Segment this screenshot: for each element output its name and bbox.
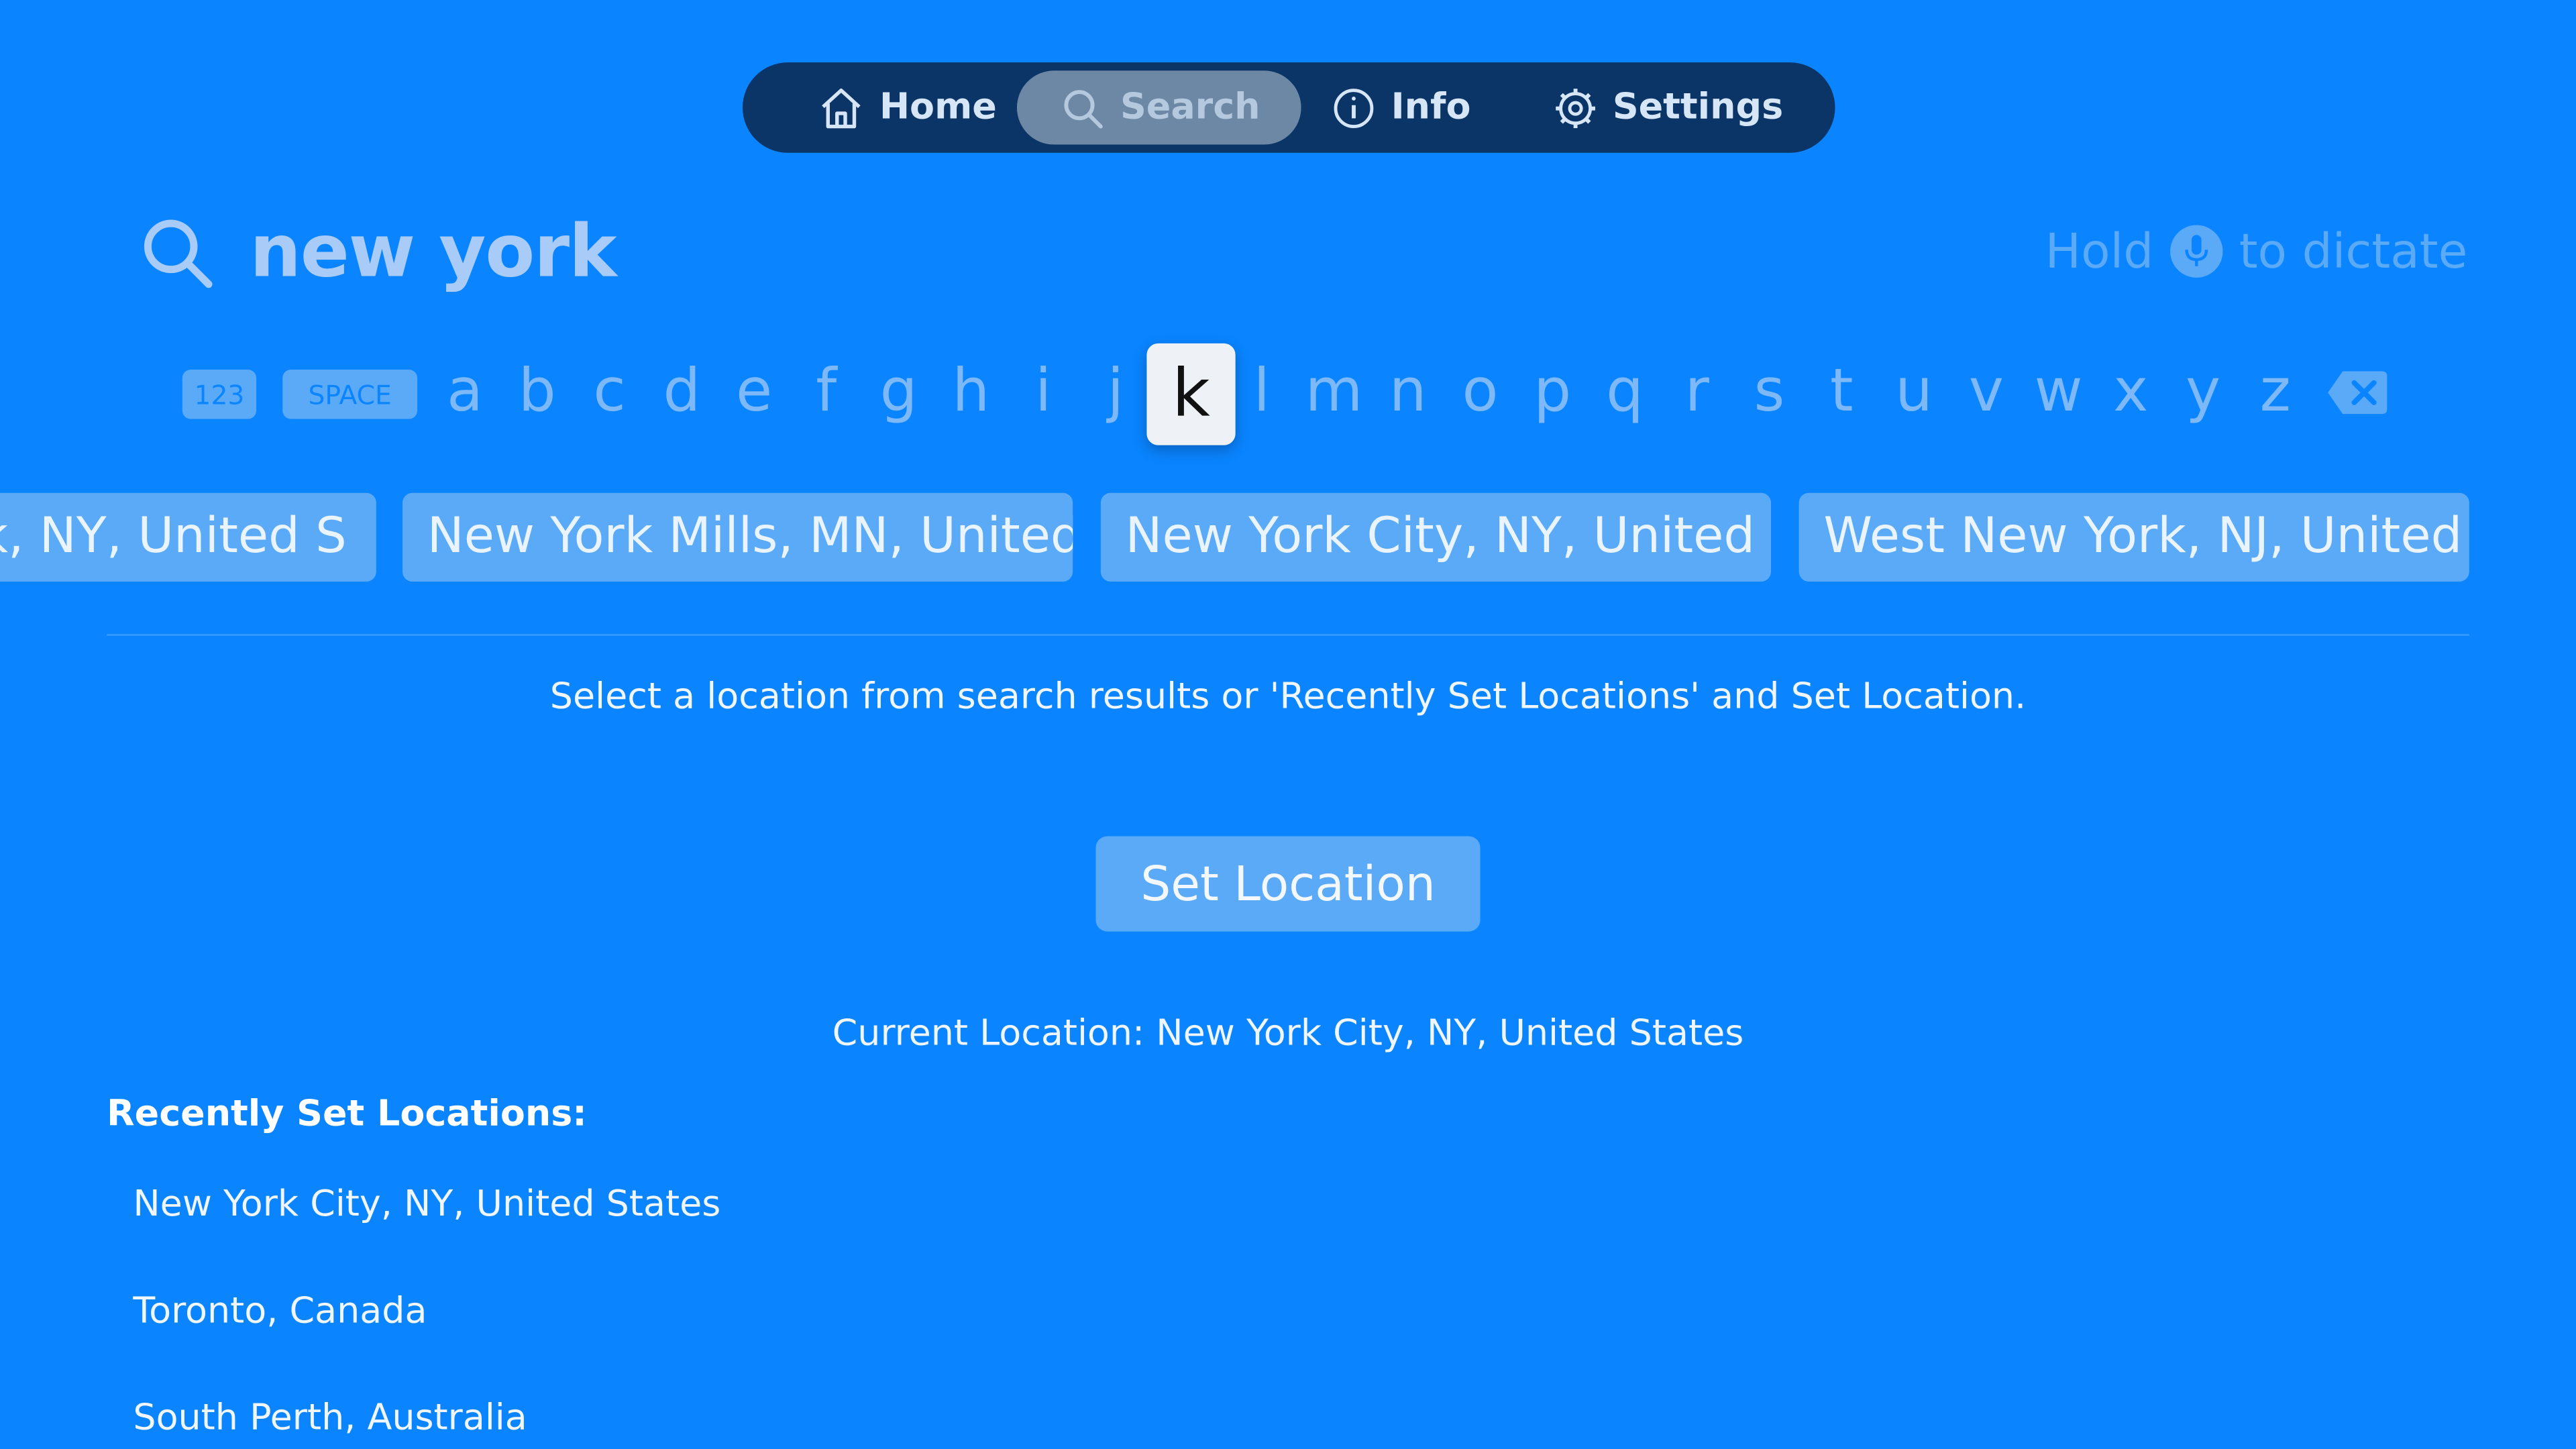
- recent-locations-heading: Recently Set Locations:: [107, 1094, 587, 1136]
- magnifier-icon: [1064, 89, 1103, 128]
- key-t[interactable]: t: [1809, 352, 1874, 433]
- search-result-item[interactable]: New York Mills, MN, United S: [402, 492, 1073, 582]
- key-j[interactable]: j: [1083, 352, 1148, 433]
- dictate-suffix: to dictate: [2239, 223, 2468, 280]
- key-l[interactable]: l: [1229, 352, 1295, 433]
- tab-search[interactable]: Search: [1016, 70, 1301, 145]
- recent-location-item[interactable]: South Perth, Australia: [133, 1398, 527, 1439]
- search-result-label: ork, NY, United S: [0, 507, 347, 566]
- key-m[interactable]: m: [1301, 352, 1367, 433]
- key-p[interactable]: p: [1519, 352, 1585, 433]
- tab-info-label: Info: [1391, 87, 1471, 129]
- key-w[interactable]: w: [2026, 352, 2092, 433]
- search-field[interactable]: new york: [138, 210, 617, 294]
- tab-info[interactable]: Info: [1318, 70, 1482, 144]
- key-x[interactable]: x: [2098, 352, 2163, 433]
- numbers-key[interactable]: 123: [182, 370, 257, 419]
- key-s[interactable]: s: [1737, 352, 1803, 433]
- key-e[interactable]: e: [721, 352, 787, 433]
- house-icon: [822, 87, 861, 128]
- tab-search-label: Search: [1120, 87, 1260, 129]
- key-d[interactable]: d: [649, 352, 714, 433]
- search-result-label: New York Mills, MN, United S: [427, 507, 1073, 566]
- key-g[interactable]: g: [866, 352, 932, 433]
- key-h[interactable]: h: [938, 352, 1004, 433]
- tab-settings-label: Settings: [1612, 87, 1784, 129]
- search-result-label: West New York, NJ, United S: [1823, 507, 2469, 566]
- key-f[interactable]: f: [794, 352, 859, 433]
- key-o[interactable]: o: [1448, 352, 1513, 433]
- divider: [107, 634, 2469, 636]
- search-results: ork, NY, United S New York Mills, MN, Un…: [0, 492, 2576, 582]
- search-icon: [144, 219, 213, 287]
- key-u[interactable]: u: [1881, 352, 1947, 433]
- recent-location-item[interactable]: New York City, NY, United States: [133, 1185, 720, 1226]
- key-r[interactable]: r: [1664, 352, 1730, 433]
- recent-location-item[interactable]: Toronto, Canada: [133, 1291, 427, 1332]
- dictate-prefix: Hold: [2045, 223, 2154, 280]
- search-result-item[interactable]: New York City, NY, United St: [1100, 492, 1772, 582]
- search-query-text: new york: [250, 210, 616, 294]
- location-search-screen: Home Search Info Settings new york Hold …: [0, 0, 2576, 1449]
- info-circle-icon: [1333, 88, 1373, 127]
- search-result-item[interactable]: West New York, NJ, United S: [1799, 492, 2469, 582]
- on-screen-keyboard: 123 SPACE a b c d e f g h i j k l m n o …: [0, 338, 2576, 447]
- key-z[interactable]: z: [2243, 352, 2308, 433]
- tab-settings[interactable]: Settings: [1540, 70, 1794, 144]
- tab-home-label: Home: [879, 87, 997, 129]
- search-result-label: New York City, NY, United St: [1125, 507, 1772, 566]
- key-c[interactable]: c: [577, 352, 643, 433]
- key-y[interactable]: y: [2170, 352, 2236, 433]
- top-tab-bar: Home Search Info Settings: [742, 62, 1835, 153]
- instruction-text: Select a location from search results or…: [549, 676, 2027, 718]
- search-result-item[interactable]: ork, NY, United S: [0, 492, 376, 582]
- dictate-hint: Hold to dictate: [2045, 223, 2468, 279]
- set-location-button[interactable]: Set Location: [1095, 836, 1481, 932]
- key-b[interactable]: b: [504, 352, 570, 433]
- key-i[interactable]: i: [1010, 352, 1076, 433]
- microphone-icon: [2169, 225, 2223, 278]
- key-n[interactable]: n: [1375, 352, 1441, 433]
- key-q[interactable]: q: [1592, 352, 1658, 433]
- tab-home[interactable]: Home: [792, 70, 1022, 144]
- backspace-icon[interactable]: [2326, 368, 2389, 417]
- gear-icon: [1555, 88, 1595, 127]
- key-a[interactable]: a: [432, 352, 498, 433]
- key-k-focused[interactable]: k: [1146, 343, 1236, 445]
- current-location-text: Current Location: New York City, NY, Uni…: [832, 1014, 1744, 1055]
- space-key[interactable]: SPACE: [282, 370, 418, 419]
- key-v[interactable]: v: [1953, 352, 2019, 433]
